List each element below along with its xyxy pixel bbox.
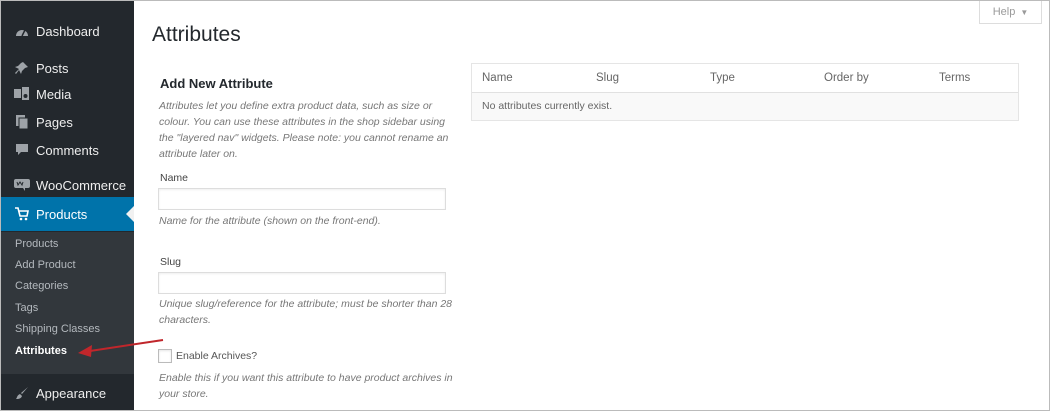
sidebar-item-label: Posts <box>36 60 69 76</box>
archives-description: Enable this if you want this attribute t… <box>159 372 453 400</box>
submenu-item-categories[interactable]: Categories <box>15 280 68 292</box>
brush-icon <box>11 386 33 400</box>
column-header-slug[interactable]: Slug <box>596 72 619 84</box>
help-label: Help <box>992 6 1016 18</box>
sidebar-item-appearance[interactable]: Appearance <box>1 376 134 410</box>
sidebar-item-label: Appearance <box>36 385 107 401</box>
pages-icon <box>11 115 33 129</box>
sidebar-item-label: Pages <box>36 114 73 130</box>
products-submenu: Products Add Product Categories Tags Shi… <box>1 232 134 374</box>
submenu-item-tags[interactable]: Tags <box>15 302 38 314</box>
sidebar-item-label: WooCommerce <box>36 177 127 193</box>
chevron-down-icon: ▼ <box>1020 7 1029 17</box>
media-icon <box>11 87 33 101</box>
empty-message: No attributes currently exist. <box>482 100 613 112</box>
sidebar-item-label: Products <box>36 206 88 222</box>
column-header-terms[interactable]: Terms <box>939 72 970 84</box>
sidebar-item-label: Comments <box>36 142 99 158</box>
submenu-item-shipping-classes[interactable]: Shipping Classes <box>15 323 100 335</box>
active-indicator <box>126 206 134 222</box>
comments-icon <box>11 144 33 156</box>
column-header-name[interactable]: Name <box>482 72 513 84</box>
sidebar-item-dashboard[interactable]: Dashboard <box>1 14 134 48</box>
sidebar-item-label: Media <box>36 86 72 102</box>
enable-archives-label[interactable]: Enable Archives? <box>176 350 257 362</box>
admin-sidebar: Dashboard Posts Media Pages Comments Woo… <box>1 1 134 410</box>
slug-label: Slug <box>160 256 182 268</box>
dashboard-icon <box>11 25 33 37</box>
attributes-table: Name Slug Type Order by Terms No attribu… <box>471 63 1019 121</box>
form-intro: Attributes let you define extra product … <box>159 100 449 160</box>
woocommerce-icon <box>11 179 33 191</box>
enable-archives-checkbox[interactable] <box>158 349 172 363</box>
submenu-item-attributes[interactable]: Attributes <box>15 345 67 357</box>
page-title: Attributes <box>152 23 241 46</box>
sidebar-separator <box>1 162 134 166</box>
table-row: No attributes currently exist. <box>472 93 1018 120</box>
slug-description: Unique slug/reference for the attribute;… <box>159 298 453 326</box>
slug-input[interactable] <box>158 272 446 294</box>
sidebar-item-label: Dashboard <box>36 23 100 39</box>
sidebar-item-products[interactable]: Products <box>1 197 134 231</box>
name-input[interactable] <box>158 188 446 210</box>
submenu-item-add-product[interactable]: Add Product <box>15 259 76 271</box>
pin-icon <box>11 61 33 75</box>
name-label: Name <box>160 172 189 184</box>
column-header-type[interactable]: Type <box>710 72 735 84</box>
column-header-order-by[interactable]: Order by <box>824 72 869 84</box>
cart-icon <box>11 207 33 221</box>
help-tab[interactable]: Help ▼ <box>979 1 1042 24</box>
form-title: Add New Attribute <box>160 76 273 91</box>
submenu-item-products[interactable]: Products <box>15 238 58 250</box>
name-description: Name for the attribute (shown on the fro… <box>159 215 381 227</box>
